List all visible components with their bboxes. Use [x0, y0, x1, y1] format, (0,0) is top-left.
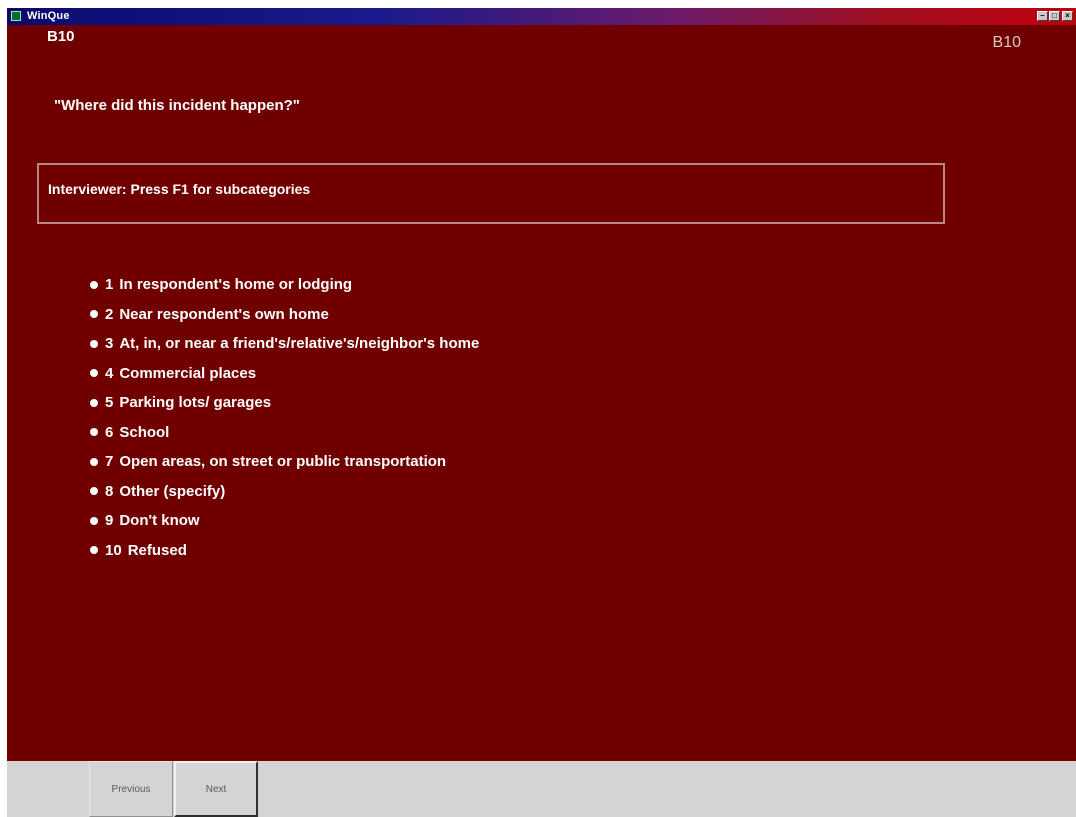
answer-option[interactable]: 1 In respondent's home or lodging [90, 270, 479, 300]
answer-option[interactable]: 2 Near respondent's own home [90, 300, 479, 330]
close-icon[interactable]: × [1062, 11, 1073, 21]
radio-button-icon[interactable] [90, 457, 98, 466]
question-id-right: B10 [992, 34, 1021, 51]
option-label: Refused [127, 541, 187, 559]
radio-button-icon[interactable] [90, 280, 98, 289]
minimize-icon[interactable]: – [1037, 11, 1048, 21]
question-text: "Where did this incident happen?" [54, 97, 300, 114]
answer-option[interactable]: 3 At, in, or near a friend's/relative's/… [90, 329, 479, 359]
title-bar[interactable]: WinQue – □ × [7, 8, 1076, 25]
option-label: School [119, 423, 170, 441]
option-code: 9 [105, 512, 114, 530]
answer-option[interactable]: 4 Commercial places [90, 359, 479, 389]
radio-button-icon[interactable] [90, 487, 98, 496]
app-window: WinQue – □ × B10 B10 "Where did this inc… [7, 8, 1076, 817]
option-label: Other (specify) [119, 482, 226, 500]
option-code: 1 [105, 276, 114, 294]
app-icon [11, 11, 21, 21]
option-code: 10 [105, 541, 122, 559]
option-code: 8 [105, 482, 114, 500]
next-button[interactable]: Next [174, 761, 258, 817]
window-title: WinQue [27, 10, 70, 22]
answer-option[interactable]: 5 Parking lots/ garages [90, 388, 479, 418]
previous-button[interactable]: Previous [89, 761, 173, 817]
option-code: 2 [105, 305, 114, 323]
answer-option[interactable]: 7 Open areas, on street or public transp… [90, 447, 479, 477]
answer-options-list: 1 In respondent's home or lodging 2 Near… [90, 270, 479, 565]
maximize-icon[interactable]: □ [1049, 11, 1060, 21]
radio-button-icon[interactable] [90, 369, 98, 378]
option-label: Commercial places [119, 364, 257, 382]
radio-button-icon[interactable] [90, 546, 98, 555]
question-id: B10 [47, 28, 75, 45]
option-code: 7 [105, 453, 114, 471]
radio-button-icon[interactable] [90, 310, 98, 319]
answer-option[interactable]: 10 Refused [90, 536, 479, 566]
option-code: 3 [105, 335, 114, 353]
radio-button-icon[interactable] [90, 428, 98, 437]
answer-option[interactable]: 9 Don't know [90, 506, 479, 536]
option-label: Near respondent's own home [119, 305, 329, 323]
option-label: At, in, or near a friend's/relative's/ne… [119, 335, 480, 353]
option-label: Don't know [119, 512, 200, 530]
interviewer-instruction: Interviewer: Press F1 for subcategories [48, 181, 311, 197]
option-label: In respondent's home or lodging [119, 276, 353, 294]
interviewer-instruction-box: Interviewer: Press F1 for subcategories [37, 163, 945, 224]
option-label: Parking lots/ garages [119, 394, 272, 412]
answer-option[interactable]: 8 Other (specify) [90, 477, 479, 507]
option-code: 5 [105, 394, 114, 412]
radio-button-icon[interactable] [90, 339, 98, 348]
option-label: Open areas, on street or public transpor… [119, 453, 447, 471]
radio-button-icon[interactable] [90, 516, 98, 525]
option-code: 6 [105, 423, 114, 441]
radio-button-icon[interactable] [90, 398, 98, 407]
navigation-bar: Previous Next [7, 761, 1076, 817]
option-code: 4 [105, 364, 114, 382]
answer-option[interactable]: 6 School [90, 418, 479, 448]
